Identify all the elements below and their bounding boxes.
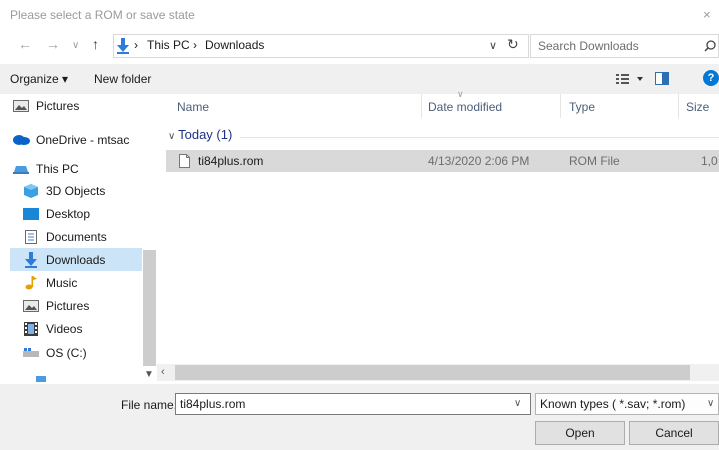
window-title: Please select a ROM or save state <box>10 8 195 22</box>
column-header-name[interactable]: Name <box>177 100 209 114</box>
help-button[interactable]: ? <box>703 70 719 86</box>
sort-indicator-icon: ∨ <box>457 89 464 99</box>
close-button[interactable]: × <box>703 7 711 22</box>
nav-item-3d-objects[interactable]: 3D Objects <box>22 179 152 202</box>
breadcrumb-this-pc[interactable]: This PC <box>147 38 190 52</box>
nav-item-documents[interactable]: Documents <box>22 225 152 248</box>
videos-icon <box>22 321 40 336</box>
group-divider <box>240 137 719 138</box>
preview-pane-icon[interactable] <box>655 72 669 85</box>
nav-item-os-drive[interactable]: OS (C:) <box>22 341 152 364</box>
file-icon <box>179 154 190 168</box>
file-name-cell: ti84plus.rom <box>198 154 264 168</box>
file-name-label: File name: <box>121 398 178 412</box>
column-header-type[interactable]: Type <box>569 100 595 114</box>
onedrive-cloud-icon <box>12 134 30 145</box>
download-arrow-icon <box>116 38 130 54</box>
group-header-today[interactable]: ∨ Today (1) <box>168 127 232 142</box>
column-divider[interactable] <box>678 94 679 118</box>
downloads-icon <box>22 251 40 268</box>
column-divider[interactable] <box>421 94 422 118</box>
documents-icon <box>22 229 40 244</box>
new-folder-button[interactable]: New folder <box>94 72 151 86</box>
file-name-dropdown-icon[interactable]: ∨ <box>514 398 521 409</box>
nav-item-onedrive[interactable]: OneDrive - mtsac <box>12 128 142 151</box>
view-options-icon[interactable] <box>616 73 644 85</box>
3d-objects-icon <box>22 183 40 198</box>
file-date-cell: 4/13/2020 2:06 PM <box>428 154 530 168</box>
nav-item-pictures[interactable]: Pictures <box>22 294 152 317</box>
nav-item-pictures-quick[interactable]: Pictures <box>12 94 142 117</box>
desktop-icon <box>22 207 40 220</box>
group-collapse-chevron-icon: ∨ <box>168 131 179 142</box>
horizontal-scroll-thumb[interactable] <box>175 365 690 380</box>
pictures-icon <box>12 99 30 112</box>
nav-item-desktop[interactable]: Desktop <box>22 202 152 225</box>
music-icon <box>22 275 40 290</box>
nav-item-music[interactable]: Music <box>22 271 152 294</box>
search-placeholder: Search Downloads <box>538 39 639 53</box>
forward-arrow-icon[interactable]: → <box>46 36 60 52</box>
address-dropdown-icon[interactable]: ∨ <box>489 39 497 52</box>
file-type-cell: ROM File <box>569 154 620 168</box>
computer-icon <box>12 163 30 175</box>
recent-locations-chevron-icon[interactable]: ∨ <box>72 38 79 54</box>
drive-icon <box>22 347 40 358</box>
file-type-dropdown-icon[interactable]: ∨ <box>707 398 714 409</box>
nav-pane-scroll-thumb[interactable] <box>143 250 156 366</box>
file-name-input[interactable]: ti84plus.rom <box>175 393 531 415</box>
column-header-size[interactable]: Size <box>686 100 709 114</box>
back-arrow-icon[interactable]: ← <box>18 36 32 52</box>
organize-button[interactable]: Organize ▾ <box>10 72 68 86</box>
scroll-left-arrow-icon[interactable]: ‹ <box>161 366 165 378</box>
open-button[interactable]: Open <box>535 421 625 445</box>
nav-item-videos[interactable]: Videos <box>22 317 152 340</box>
nav-item-partial-icon <box>36 376 46 382</box>
breadcrumb-separator: › <box>193 38 197 52</box>
pictures-icon <box>22 299 40 312</box>
scroll-down-arrow-icon[interactable]: ▼ <box>144 369 154 380</box>
file-size-cell: 1,0 <box>701 154 718 168</box>
file-type-select[interactable]: Known types ( *.sav; *.rom) <box>535 393 719 415</box>
nav-item-this-pc[interactable]: This PC <box>12 157 142 180</box>
search-icon <box>704 40 716 52</box>
breadcrumb-downloads[interactable]: Downloads <box>205 38 264 52</box>
cancel-button[interactable]: Cancel <box>629 421 719 445</box>
column-header-date-modified[interactable]: Date modified <box>428 100 502 114</box>
nav-item-downloads[interactable]: Downloads <box>10 248 142 271</box>
up-arrow-icon[interactable]: ↑ <box>92 36 99 52</box>
breadcrumb-separator: › <box>134 38 138 52</box>
column-divider[interactable] <box>560 94 561 118</box>
refresh-icon[interactable]: ↻ <box>507 36 519 53</box>
